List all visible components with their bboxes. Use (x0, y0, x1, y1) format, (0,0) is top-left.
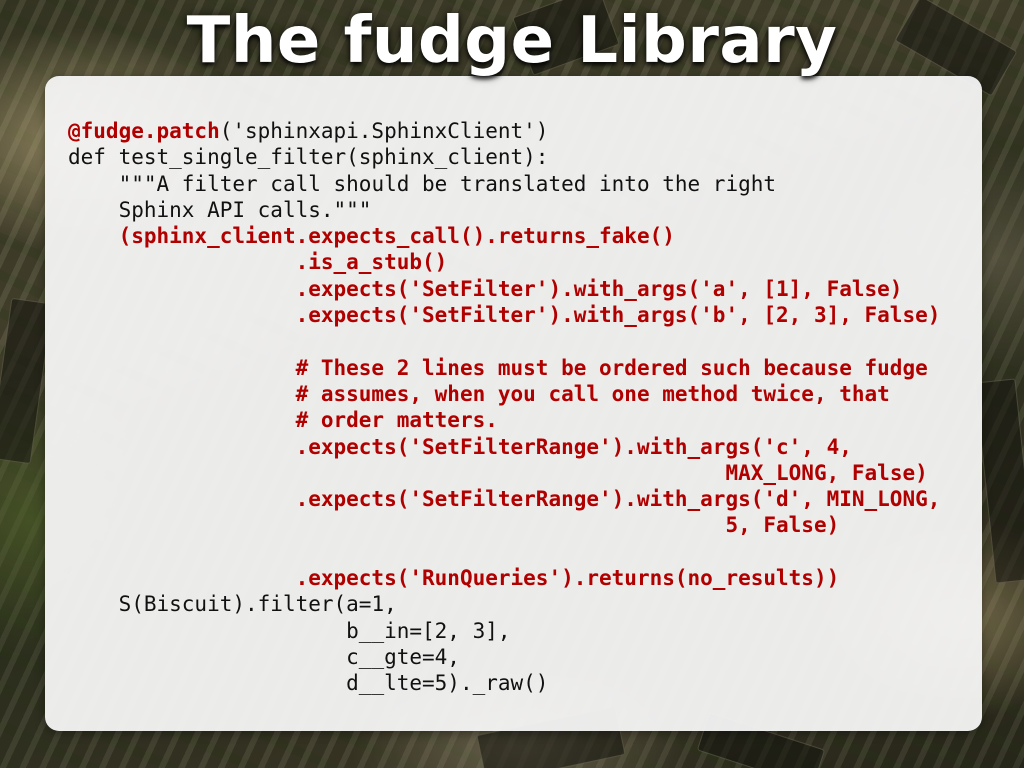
code-highlight: @fudge.patch (68, 119, 220, 143)
code-line: .expects('SetFilterRange').with_args('d'… (68, 486, 941, 512)
code-text: ('sphinxapi.SphinxClient') (219, 119, 549, 143)
code-line: d__lte=5)._raw() (68, 670, 940, 696)
code-highlight: MAX_LONG, False) (725, 460, 928, 485)
code-line: # These 2 lines must be ordered such bec… (68, 355, 940, 381)
code-highlight: .is_a_stub() (295, 250, 448, 275)
code-highlight: 5, False) (725, 513, 840, 538)
code-highlight: .expects('SetFilter').with_args('a', [1]… (295, 276, 903, 301)
code-text: def test_single_filter(sphinx_client): (68, 145, 549, 170)
code-line: def test_single_filter(sphinx_client): (68, 144, 940, 170)
code-line: c__gte=4, (68, 644, 940, 670)
code-highlight: .expects('RunQueries').returns(no_result… (295, 566, 840, 591)
code-highlight: .expects('SetFilterRange').with_args('c'… (295, 434, 852, 459)
code-line: """A filter call should be translated in… (68, 171, 940, 197)
code-line: .expects('SetFilterRange').with_args('c'… (68, 434, 940, 460)
code-line: # assumes, when you call one method twic… (68, 381, 940, 407)
code-line: 5, False) (68, 512, 940, 538)
code-line: b__in=[2, 3], (68, 618, 940, 644)
code-line: .expects('SetFilter').with_args('b', [2,… (68, 302, 941, 328)
code-highlight: .expects('SetFilter').with_args('b', [2,… (295, 303, 941, 328)
code-text: b__in=[2, 3], (346, 618, 511, 643)
code-highlight: # order matters. (295, 408, 498, 433)
code-line: @fudge.patch('sphinxapi.SphinxClient') (68, 118, 940, 144)
code-highlight: # assumes, when you call one method twic… (295, 381, 890, 406)
code-text: """A filter call should be translated in… (118, 171, 777, 196)
code-highlight: .expects('SetFilterRange').with_args('d'… (295, 487, 941, 512)
code-highlight: (sphinx_client.expects_call().returns_fa… (118, 224, 675, 249)
code-text: d__lte=5)._raw() (346, 671, 549, 696)
code-line: (sphinx_client.expects_call().returns_fa… (68, 223, 940, 249)
code-text: c__gte=4, (346, 644, 460, 669)
code-line: Sphinx API calls.""" (68, 197, 940, 223)
code-text: S(Biscuit).filter(a=1, (118, 592, 397, 617)
code-line: # order matters. (68, 407, 940, 433)
code-line: .expects('SetFilter').with_args('a', [1]… (68, 276, 940, 302)
code-line: .expects('RunQueries').returns(no_result… (68, 565, 940, 591)
code-line: S(Biscuit).filter(a=1, (68, 591, 940, 617)
code-block: @fudge.patch('sphinxapi.SphinxClient') de… (68, 118, 940, 697)
code-text: Sphinx API calls.""" (118, 197, 372, 222)
code-line: .is_a_stub() (68, 249, 940, 275)
code-line: MAX_LONG, False) (68, 460, 940, 486)
code-highlight: # These 2 lines must be ordered such bec… (295, 355, 928, 380)
slide-title: The fudge Library (186, 4, 838, 78)
